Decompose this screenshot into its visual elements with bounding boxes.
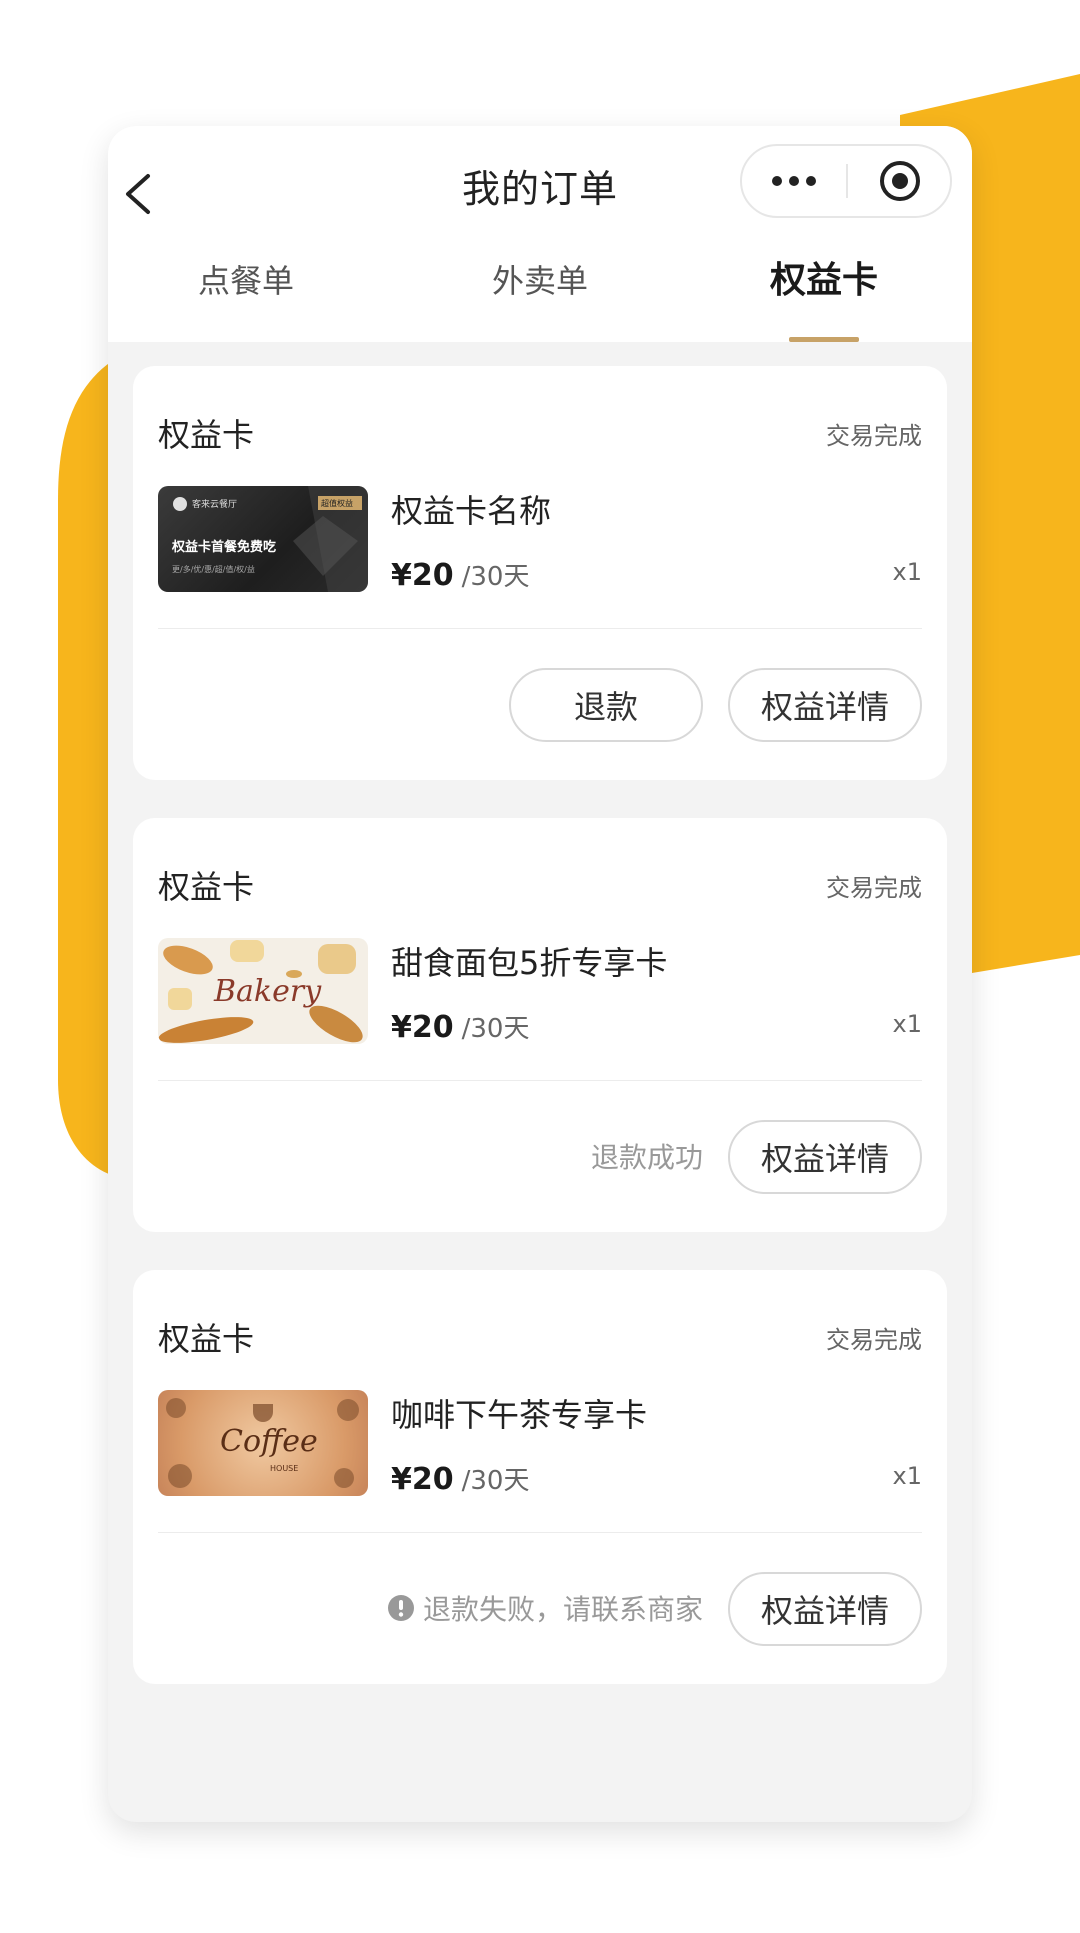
active-tab-indicator — [789, 337, 859, 342]
header: 我的订单 点餐单 外卖单 权益卡 — [108, 126, 972, 342]
price-period: /30天 — [461, 1466, 530, 1496]
thumb-brand: 客来云餐厅 — [192, 500, 238, 510]
tab-label: 外卖单 — [491, 262, 588, 300]
refund-note: 退款失败，请联系商家 — [387, 1588, 703, 1628]
tab-delivery[interactable]: 外卖单 — [430, 252, 650, 342]
order-status: 交易完成 — [826, 1326, 922, 1354]
order-type-label: 权益卡 — [158, 868, 255, 906]
price-value: ¥20 — [391, 1462, 454, 1497]
card-quantity: x1 — [892, 1010, 922, 1038]
benefit-detail-button[interactable]: 权益详情 — [728, 668, 922, 742]
price-period: /30天 — [461, 562, 530, 592]
note-text: 退款成功 — [590, 1141, 703, 1174]
thumb-script-text: Bakery — [214, 974, 322, 1009]
card-price: ¥20/30天 — [391, 556, 529, 593]
tab-dine-in[interactable]: 点餐单 — [136, 252, 356, 342]
order-type-label: 权益卡 — [158, 416, 255, 454]
card-name: 咖啡下午茶专享卡 — [391, 1396, 648, 1434]
card-thumbnail-coffee[interactable]: Coffee HOUSE — [158, 1390, 368, 1496]
order-card: 权益卡 交易完成 Coffee HOUSE 咖啡下午茶专享卡 ¥20/30天 x… — [133, 1270, 947, 1684]
more-dots-icon[interactable] — [742, 146, 846, 216]
order-status: 交易完成 — [826, 422, 922, 450]
price-value: ¥20 — [391, 558, 454, 593]
exclamation-circle-icon — [387, 1594, 415, 1622]
thumb-title: 权益卡首餐免费吃 — [172, 540, 277, 555]
price-value: ¥20 — [391, 1010, 454, 1045]
order-card: 权益卡 交易完成 Bakery 甜食面包5折专享卡 ¥20/30天 x1 退款成… — [133, 818, 947, 1232]
order-card: 权益卡 交易完成 客来云餐厅 超值权益 权益卡首餐免费吃 更/多/优/惠/超/值… — [133, 366, 947, 780]
divider — [158, 1080, 922, 1081]
note-text: 退款失败，请联系商家 — [422, 1593, 703, 1626]
card-price: ¥20/30天 — [391, 1008, 529, 1045]
order-status: 交易完成 — [826, 874, 922, 902]
card-thumbnail-bakery[interactable]: Bakery — [158, 938, 368, 1044]
divider — [158, 628, 922, 629]
tab-benefit-card[interactable]: 权益卡 — [714, 252, 934, 342]
mini-program-capsule — [740, 144, 952, 218]
divider — [158, 1532, 922, 1533]
refund-button[interactable]: 退款 — [509, 668, 703, 742]
phone-frame: 我的订单 点餐单 外卖单 权益卡 权益卡 交易完成 客来云餐厅 超值权益 权益卡… — [108, 126, 972, 1822]
thumb-small-text: HOUSE — [270, 1464, 299, 1473]
tab-label: 权益卡 — [769, 260, 878, 301]
card-price: ¥20/30天 — [391, 1460, 529, 1497]
card-thumbnail-dark[interactable]: 客来云餐厅 超值权益 权益卡首餐免费吃 更/多/优/惠/超/值/权/益 — [158, 486, 368, 592]
card-quantity: x1 — [892, 1462, 922, 1490]
target-close-icon[interactable] — [848, 146, 952, 216]
refund-note: 退款成功 — [591, 1136, 703, 1176]
price-period: /30天 — [461, 1014, 530, 1044]
benefit-detail-button[interactable]: 权益详情 — [728, 1572, 922, 1646]
card-quantity: x1 — [892, 558, 922, 586]
benefit-detail-button[interactable]: 权益详情 — [728, 1120, 922, 1194]
order-tabs: 点餐单 外卖单 权益卡 — [108, 252, 972, 342]
tab-label: 点餐单 — [197, 262, 294, 300]
order-type-label: 权益卡 — [158, 1320, 255, 1358]
thumb-badge: 超值权益 — [321, 499, 353, 508]
card-name: 甜食面包5折专享卡 — [391, 944, 668, 982]
card-name: 权益卡名称 — [391, 492, 552, 530]
thumb-subtitle: 更/多/优/惠/超/值/权/益 — [172, 565, 255, 574]
thumb-script-text: Coffee — [220, 1424, 318, 1459]
